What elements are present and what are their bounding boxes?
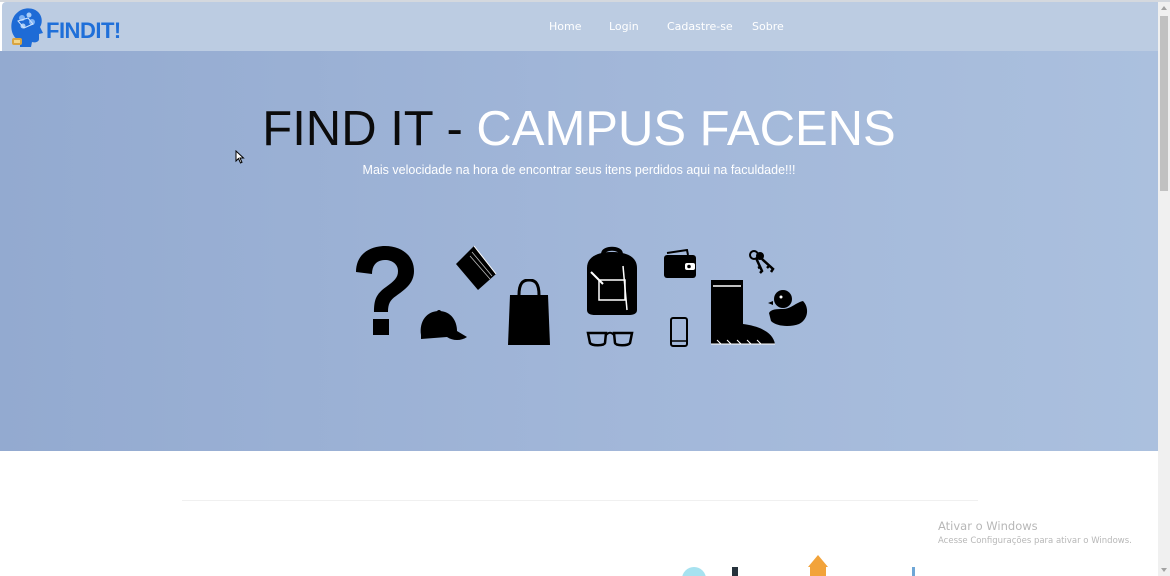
watermark-subtitle: Acesse Configurações para ativar o Windo… xyxy=(938,536,1132,546)
backpack-icon xyxy=(587,246,637,315)
scroll-down-arrow-icon[interactable] xyxy=(1158,564,1170,576)
brand-name: FINDIT! xyxy=(46,18,121,43)
cap-icon xyxy=(420,310,467,340)
nav-login-link[interactable]: Login xyxy=(609,20,639,33)
nav-about-link[interactable]: Sobre xyxy=(752,20,784,33)
brand-logo[interactable]: FINDIT! xyxy=(8,6,132,48)
question-mark-icon xyxy=(356,246,414,335)
book-icon xyxy=(456,245,497,290)
glasses-icon xyxy=(586,331,634,347)
scroll-up-arrow-icon[interactable] xyxy=(1158,2,1170,14)
lost-items-illustration xyxy=(0,51,1158,451)
mouse-pointer-icon xyxy=(235,150,245,164)
windows-activation-watermark: Ativar o Windows Acesse Configurações pa… xyxy=(938,519,1132,546)
wallet-icon xyxy=(664,249,696,278)
rubber-duck-icon xyxy=(768,290,808,326)
keys-icon xyxy=(749,250,775,274)
navbar: FINDIT! Home Login Cadastre-se Sobre xyxy=(2,2,1158,51)
nav-home-link[interactable]: Home xyxy=(549,20,581,33)
watermark-title: Ativar o Windows xyxy=(938,519,1038,533)
shopping-bag-icon xyxy=(508,279,550,345)
partial-illustration xyxy=(682,555,915,576)
brain-head-logo-icon xyxy=(11,8,43,47)
nav-signup-link[interactable]: Cadastre-se xyxy=(667,20,733,33)
hero-banner: FIND IT - CAMPUS FACENS Mais velocidade … xyxy=(0,51,1158,451)
phone-icon xyxy=(670,317,688,347)
scrollbar-thumb[interactable] xyxy=(1160,16,1168,191)
section-divider xyxy=(182,500,978,501)
vertical-scrollbar[interactable] xyxy=(1158,2,1170,576)
